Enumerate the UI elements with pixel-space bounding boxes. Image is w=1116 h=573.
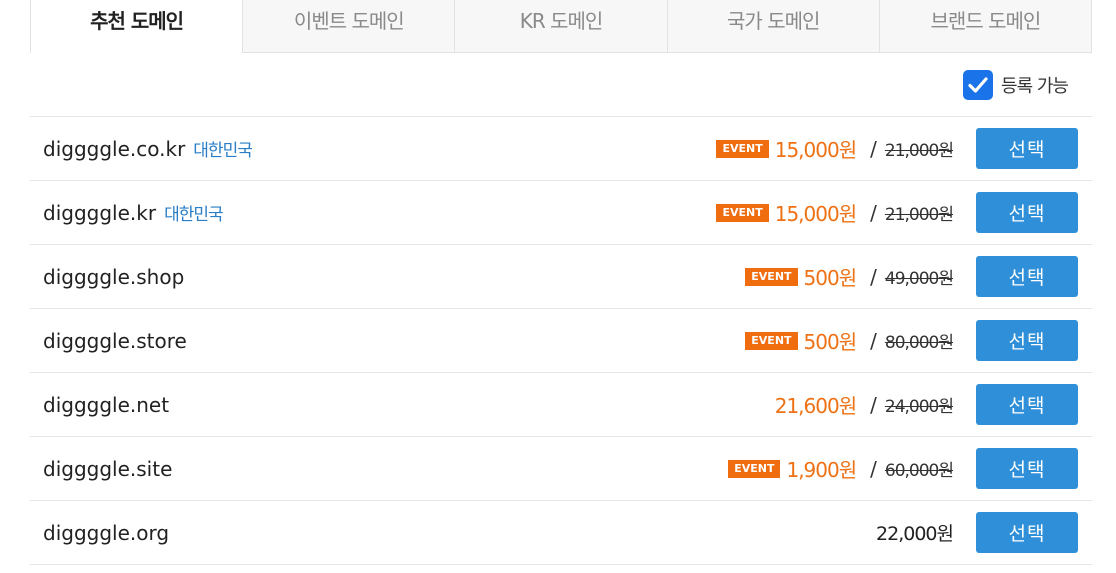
original-price: 80,000원: [884, 333, 954, 353]
sale-price: 1,900원: [786, 458, 857, 482]
price-area: EVENT 500원 / 80,000원: [745, 326, 954, 355]
tab-recommended[interactable]: 추천 도메인: [30, 0, 244, 53]
original-price: 24,000원: [884, 397, 954, 417]
sale-price: 500원: [803, 330, 858, 354]
select-button[interactable]: 선택: [976, 512, 1078, 553]
original-price: 21,000원: [884, 205, 954, 225]
available-checkbox[interactable]: [963, 69, 994, 100]
domain-row: diggggle.store EVENT 500원 / 80,000원 선택: [30, 309, 1092, 373]
original-price: 21,000원: [884, 141, 954, 161]
domain-row: diggggle.site EVENT 1,900원 / 60,000원 선택: [30, 437, 1092, 501]
tab-event[interactable]: 이벤트 도메인: [243, 0, 456, 52]
price-divider: /: [870, 136, 877, 161]
check-icon: [968, 76, 988, 93]
domain-row: diggggle.co.kr 대한민국 EVENT 15,000원 / 21,00…: [30, 117, 1092, 181]
domain-label: diggggle.net: [43, 392, 170, 417]
domain-name: diggggle.co.kr 대한민국: [43, 136, 253, 161]
event-badge: EVENT: [728, 459, 781, 478]
price-area: EVENT 1,900원 / 60,000원: [728, 454, 954, 483]
price-area: EVENT 15,000원 / 21,000원: [716, 198, 954, 227]
domain-row: diggggle.org 22,000원 선택: [30, 501, 1092, 565]
domain-name: diggggle.kr 대한민국: [43, 200, 224, 225]
tab-country[interactable]: 국가 도메인: [667, 0, 880, 52]
event-badge: EVENT: [745, 331, 798, 350]
domain-name: diggggle.shop: [43, 265, 184, 289]
event-badge: EVENT: [716, 139, 769, 158]
domain-name: diggggle.org: [43, 521, 169, 545]
country-label: 대한민국: [193, 141, 253, 161]
tab-kr[interactable]: KR 도메인: [455, 0, 668, 52]
select-button[interactable]: 선택: [976, 192, 1078, 233]
original-price: 49,000원: [884, 269, 954, 289]
domain-name: diggggle.store: [43, 329, 187, 353]
domain-list-panel: 추천 도메인 이벤트 도메인 KR 도메인 국가 도메인 브랜드 도메인 등록 …: [30, 0, 1093, 565]
sale-price: 22,000원: [876, 523, 954, 545]
available-filter-label: 등록 가능: [1001, 75, 1069, 97]
country-label: 대한민국: [164, 205, 224, 225]
select-button[interactable]: 선택: [976, 320, 1078, 361]
domain-tabs: 추천 도메인 이벤트 도메인 KR 도메인 국가 도메인 브랜드 도메인: [30, 0, 1093, 53]
price-divider: /: [870, 264, 877, 289]
tab-brand[interactable]: 브랜드 도메인: [879, 0, 1093, 52]
price-area: EVENT 15,000원 / 21,000원: [716, 134, 954, 163]
domain-name: diggggle.net: [43, 393, 169, 417]
price-area: 21,600원 / 24,000원: [774, 390, 954, 419]
domain-name: diggggle.site: [43, 457, 172, 481]
price-divider: /: [870, 328, 877, 353]
price-area: EVENT 500원 / 49,000원: [745, 262, 954, 291]
select-button[interactable]: 선택: [976, 256, 1078, 297]
domain-label: diggggle.shop: [43, 264, 185, 289]
domain-label: diggggle.org: [43, 520, 170, 545]
price-area: 22,000원: [876, 519, 954, 546]
domain-label: diggggle.site: [43, 456, 173, 481]
domain-label: diggggle.store: [43, 328, 187, 353]
sale-price: 15,000원: [774, 202, 857, 226]
domain-row: diggggle.kr 대한민국 EVENT 15,000원 / 21,000원 …: [30, 181, 1092, 245]
sale-price: 500원: [803, 266, 858, 290]
price-divider: /: [870, 392, 877, 417]
price-divider: /: [870, 456, 877, 481]
price-divider: /: [870, 200, 877, 225]
domain-rows: diggggle.co.kr 대한민국 EVENT 15,000원 / 21,00…: [30, 117, 1092, 565]
select-button[interactable]: 선택: [976, 384, 1078, 425]
select-button[interactable]: 선택: [976, 448, 1078, 489]
domain-label: diggggle.co.kr: [43, 137, 186, 161]
domain-row: diggggle.net 21,600원 / 24,000원 선택: [30, 373, 1092, 437]
select-button[interactable]: 선택: [976, 128, 1078, 169]
event-badge: EVENT: [745, 267, 798, 286]
domain-row: diggggle.shop EVENT 500원 / 49,000원 선택: [30, 245, 1092, 309]
original-price: 60,000원: [884, 461, 954, 481]
sale-price: 15,000원: [774, 138, 857, 162]
domain-label: diggggle.kr: [43, 201, 157, 225]
event-badge: EVENT: [716, 203, 769, 222]
sale-price: 21,600원: [774, 394, 857, 418]
filter-bar: 등록 가능: [30, 53, 1092, 117]
